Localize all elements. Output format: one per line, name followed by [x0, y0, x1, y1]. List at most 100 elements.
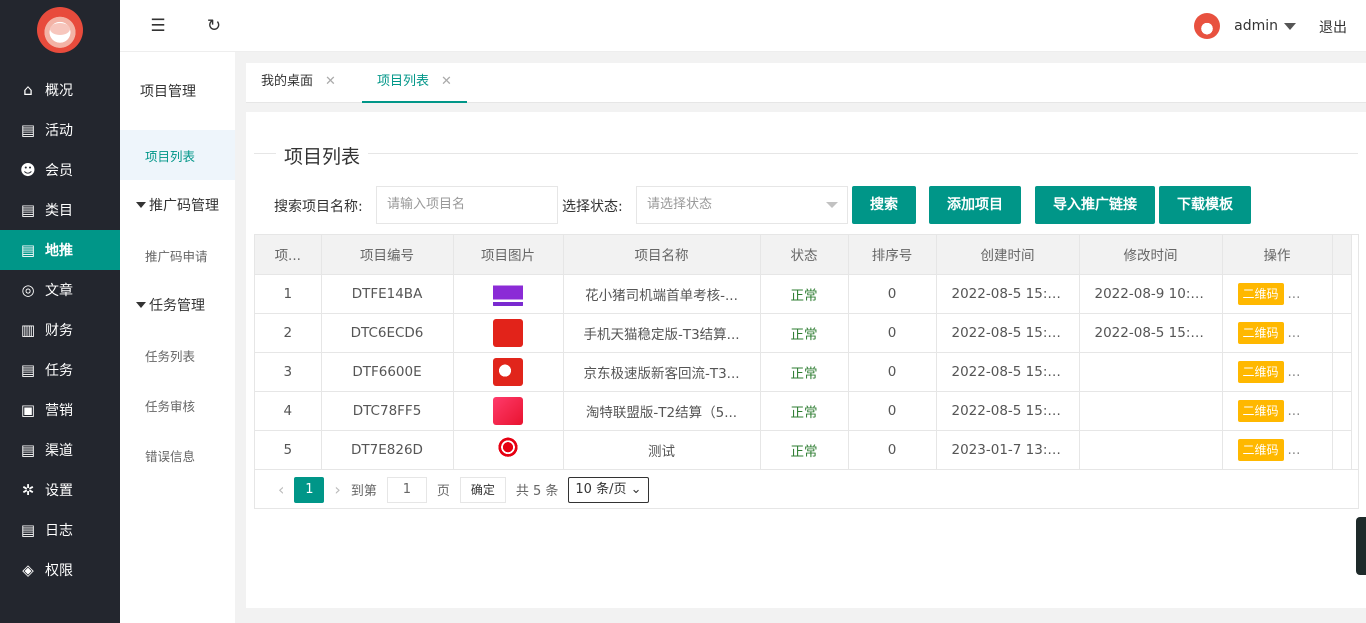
add-project-button[interactable]: 添加项目 — [929, 186, 1021, 224]
prev-page-icon[interactable]: ‹ — [278, 480, 284, 499]
cell-name: 京东极速版新客回流-T3... — [563, 352, 761, 392]
cell-code: DTF6600E — [321, 352, 454, 392]
status-select[interactable]: 请选择状态 — [636, 186, 848, 224]
close-icon[interactable]: ✕ — [325, 74, 336, 89]
tab-project-list[interactable]: 项目列表 ✕ — [362, 63, 467, 103]
cell-image — [453, 430, 564, 470]
project-image[interactable] — [493, 318, 523, 347]
subnav-item-task-review[interactable]: 任务审核 — [120, 380, 235, 430]
menu-item-finance[interactable]: ▥ 财务 — [0, 310, 120, 350]
caret-down-icon — [136, 202, 146, 208]
project-table: 项... 项目编号 项目图片 项目名称 状态 排序号 创建时间 修改时间 操作 … — [254, 234, 1359, 509]
menu-item-articles[interactable]: ◎ 文章 — [0, 270, 120, 310]
menu-item-channels[interactable]: ▤ 渠道 — [0, 430, 120, 470]
menu-item-category[interactable]: ▤ 类目 — [0, 190, 120, 230]
import-link-button[interactable]: 导入推广链接 — [1035, 186, 1155, 224]
goto-page-input[interactable]: 1 — [386, 476, 427, 503]
more-actions[interactable]: ... — [1288, 325, 1301, 341]
subnav-group-promo[interactable]: 推广码管理 — [120, 180, 235, 230]
page-current[interactable]: 1 — [294, 476, 325, 503]
search-label: 搜索项目名称: — [274, 199, 363, 215]
menu-item-settings[interactable]: ✲ 设置 — [0, 470, 120, 510]
secondary-sidebar: 项目管理 项目列表 推广码管理 推广码申请 任务管理 任务列表 任务审核 错误信… — [120, 52, 235, 623]
users-icon: ☻ — [20, 161, 36, 179]
subnav-group-task[interactable]: 任务管理 — [120, 280, 235, 330]
menu-item-label: 营销 — [45, 403, 73, 419]
more-actions[interactable]: ... — [1288, 442, 1301, 458]
qrcode-button[interactable]: 二维码 — [1237, 321, 1284, 344]
cell-spacer — [1332, 313, 1352, 353]
table-row[interactable]: 4 DTC78FF5 淘特联盟版-T2结算（5... 正常 0 2022-08-… — [255, 391, 1352, 431]
cell-status: 正常 — [760, 352, 849, 392]
menu-item-ground-promo[interactable]: ▤ 地推 — [0, 230, 120, 270]
page-size-label: 10 条/页 — [575, 481, 627, 497]
cell-modified — [1079, 430, 1223, 470]
menu-item-label: 权限 — [45, 563, 73, 579]
subnav-item-task-list[interactable]: 任务列表 — [120, 330, 235, 380]
table-row[interactable]: 3 DTF6600E 京东极速版新客回流-T3... 正常 0 2022-08-… — [255, 352, 1352, 392]
download-template-button[interactable]: 下载模板 — [1159, 186, 1251, 224]
cell-sort: 0 — [848, 274, 937, 314]
table-row[interactable]: 1 DTFE14BA 花小猪司机端首单考核-... 正常 0 2022-08-5… — [255, 274, 1352, 314]
menu-item-label: 概况 — [45, 83, 73, 99]
gift-icon: ▣ — [20, 401, 36, 419]
more-actions[interactable]: ... — [1288, 364, 1301, 380]
project-image[interactable] — [493, 357, 523, 386]
more-actions[interactable]: ... — [1288, 403, 1301, 419]
project-image[interactable] — [493, 435, 523, 464]
logout-link[interactable]: 退出 — [1319, 17, 1347, 37]
menu-item-activity[interactable]: ▤ 活动 — [0, 110, 120, 150]
cell-id: 1 — [255, 274, 322, 314]
qrcode-button[interactable]: 二维码 — [1237, 399, 1284, 422]
search-button[interactable]: 搜索 — [852, 186, 916, 224]
refresh-icon[interactable]: ↻ — [204, 16, 224, 36]
menu-item-logs[interactable]: ▤ 日志 — [0, 510, 120, 550]
project-image[interactable] — [493, 396, 523, 425]
close-icon[interactable]: ✕ — [441, 74, 452, 89]
side-scroll-handle[interactable] — [1356, 517, 1366, 575]
cell-id: 4 — [255, 391, 322, 431]
cell-modified: 2022-08-5 15:1... — [1079, 313, 1223, 353]
menu-item-label: 任务 — [45, 363, 73, 379]
col-header-sort: 排序号 — [848, 235, 937, 275]
pig-logo — [37, 7, 83, 53]
table-row[interactable]: 5 DT7E826D 测试 正常 0 2023-01-7 13:1... 二维码… — [255, 430, 1352, 470]
project-search-input[interactable]: 请输入项目名 — [376, 186, 558, 224]
cell-code: DTFE14BA — [321, 274, 454, 314]
menu-item-label: 财务 — [45, 323, 73, 339]
legend-divider — [254, 153, 1358, 154]
user-menu[interactable]: admin — [1194, 13, 1296, 39]
project-image[interactable] — [493, 279, 523, 308]
menu-item-tasks[interactable]: ▤ 任务 — [0, 350, 120, 390]
menu-item-overview[interactable]: ⌂ 概况 — [0, 70, 120, 110]
qrcode-button[interactable]: 二维码 — [1237, 282, 1284, 305]
cell-code: DTC78FF5 — [321, 391, 454, 431]
menu-item-marketing[interactable]: ▣ 营销 — [0, 390, 120, 430]
more-actions[interactable]: ... — [1288, 286, 1301, 302]
home-icon: ⌂ — [23, 81, 33, 99]
col-header-modified: 修改时间 — [1079, 235, 1223, 275]
table-row[interactable]: 2 DTC6ECD6 手机天猫稳定版-T3结算... 正常 0 2022-08-… — [255, 313, 1352, 353]
subnav-item-project-list[interactable]: 项目列表 — [120, 130, 235, 180]
col-header-image: 项目图片 — [453, 235, 564, 275]
qrcode-button[interactable]: 二维码 — [1237, 360, 1284, 383]
document-icon: ▤ — [20, 201, 36, 219]
subnav-item-promo-apply[interactable]: 推广码申请 — [120, 230, 235, 280]
next-page-icon[interactable]: › — [334, 480, 340, 499]
cell-spacer — [1332, 274, 1352, 314]
qrcode-button[interactable]: 二维码 — [1237, 438, 1284, 461]
tab-desktop[interactable]: 我的桌面 ✕ — [246, 63, 351, 103]
table-header-row: 项... 项目编号 项目图片 项目名称 状态 排序号 创建时间 修改时间 操作 — [255, 235, 1352, 275]
page-size-select[interactable]: 10 条/页 ⌄ — [568, 476, 649, 503]
menu-item-permissions[interactable]: ◈ 权限 — [0, 550, 120, 590]
col-header-id[interactable]: 项... — [255, 235, 322, 275]
menu-item-members[interactable]: ☻ 会员 — [0, 150, 120, 190]
document-icon: ▤ — [20, 121, 36, 139]
document-icon: ▤ — [20, 361, 36, 379]
cell-sort: 0 — [848, 352, 937, 392]
subnav-item-errors[interactable]: 错误信息 — [120, 430, 235, 480]
collapse-menu-icon[interactable]: ☰ — [148, 16, 168, 36]
total-count: 共 5 条 — [515, 484, 559, 499]
goto-confirm-button[interactable]: 确定 — [459, 476, 506, 503]
menu-item-label: 地推 — [45, 243, 73, 259]
